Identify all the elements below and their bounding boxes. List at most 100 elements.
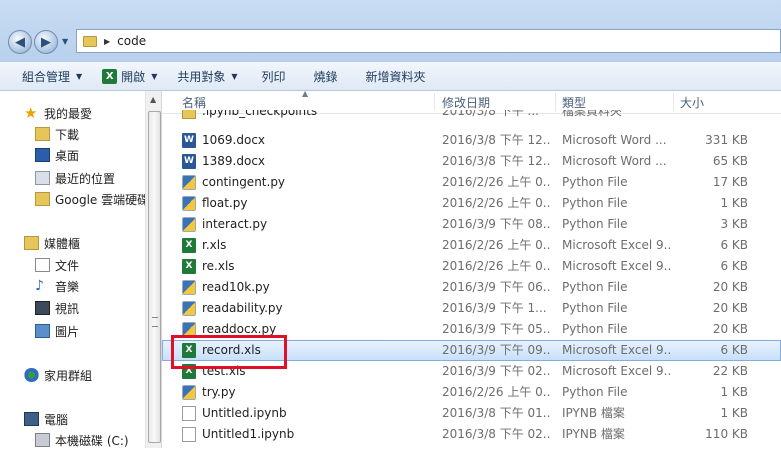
back-arrow-icon: ◀ xyxy=(15,34,25,50)
sidebar-item-libraries[interactable]: 媒體櫃 xyxy=(24,233,80,253)
command-toolbar: 組合管理 ▼ X 開啟 ▼ 共用對象 ▼ 列印 燒錄 新增資料夾 xyxy=(0,62,781,91)
sidebar-item-label: 最近的位置 xyxy=(55,171,116,186)
table-row[interactable]: Untitled.ipynb 2016/3/8 下午 01... IPYNB 檔… xyxy=(162,403,781,424)
sidebar-item-downloads[interactable]: 下載 xyxy=(35,124,79,144)
sidebar-item-label: 媒體櫃 xyxy=(44,236,81,251)
blank-file-icon xyxy=(182,406,196,421)
scrollbar-thumb[interactable] xyxy=(148,111,161,443)
recent-pages-dropdown-icon[interactable]: ▼ xyxy=(62,37,68,46)
sort-ascending-icon: ▲ xyxy=(302,89,309,98)
homegroup-icon xyxy=(24,368,39,382)
table-row[interactable]: W 1389.docx 2016/3/8 下午 12... Microsoft … xyxy=(162,151,781,172)
highlight-annotation xyxy=(171,335,287,369)
table-row[interactable]: read10k.py 2016/3/9 下午 06... Python File… xyxy=(162,277,781,298)
python-file-icon xyxy=(182,175,196,190)
sidebar-item-google-drive[interactable]: Google 雲端硬碟 xyxy=(35,189,149,209)
print-label: 列印 xyxy=(261,69,286,84)
open-button[interactable]: X 開啟 ▼ xyxy=(92,62,167,90)
chevron-down-icon: ▼ xyxy=(76,71,83,81)
python-file-icon xyxy=(182,280,196,295)
sidebar-item-label: 桌面 xyxy=(55,148,80,163)
sidebar-item-desktop[interactable]: 桌面 xyxy=(35,145,79,165)
downloads-folder-icon xyxy=(35,127,50,141)
organize-button[interactable]: 組合管理 ▼ xyxy=(0,62,92,90)
scroll-up-arrow-icon[interactable]: ▲ xyxy=(150,95,156,104)
organize-label: 組合管理 xyxy=(22,69,71,84)
forward-button[interactable]: ▶ xyxy=(34,30,58,54)
table-row[interactable]: X r.xls 2016/2/26 上午 0... Microsoft Exce… xyxy=(162,235,781,256)
table-row[interactable]: float.py 2016/2/26 上午 0... Python File 1… xyxy=(162,193,781,214)
address-bar[interactable]: ▶ code xyxy=(76,29,781,53)
table-row[interactable]: X re.xls 2016/2/26 上午 0... Microsoft Exc… xyxy=(162,256,781,277)
excel-file-icon: X xyxy=(182,238,196,253)
folder-icon xyxy=(182,110,196,119)
documents-icon xyxy=(35,258,50,272)
music-note-icon: ♪ xyxy=(35,278,44,294)
file-list: ▲ 名稱 修改日期 類型 大小 .ipynb_checkpoints 2016/… xyxy=(162,89,781,448)
forward-arrow-icon: ▶ xyxy=(41,34,51,50)
sidebar-item-favorites[interactable]: ★ 我的最愛 xyxy=(24,103,92,123)
table-row[interactable]: readability.py 2016/3/9 下午 1... Python F… xyxy=(162,298,781,319)
print-button[interactable]: 列印 xyxy=(248,62,300,90)
excel-file-icon: X xyxy=(182,259,196,274)
video-icon xyxy=(35,301,50,315)
table-row[interactable]: Untitled1.ipynb 2016/3/8 下午 02... IPYNB … xyxy=(162,424,781,445)
python-file-icon xyxy=(182,196,196,211)
burn-button[interactable]: 燒錄 xyxy=(300,62,352,90)
word-file-icon: W xyxy=(182,133,196,148)
sidebar-item-label: 音樂 xyxy=(55,279,80,294)
sidebar-item-videos[interactable]: 視訊 xyxy=(35,298,79,318)
burn-label: 燒錄 xyxy=(313,69,338,84)
table-row[interactable]: contingent.py 2016/2/26 上午 0... Python F… xyxy=(162,172,781,193)
sidebar-item-music[interactable]: ♪ 音樂 xyxy=(35,276,79,296)
sidebar-item-documents[interactable]: 文件 xyxy=(35,255,79,275)
new-folder-label: 新增資料夾 xyxy=(365,69,426,84)
excel-icon: X xyxy=(102,68,118,84)
sidebar-scrollbar[interactable]: ▲ xyxy=(145,91,162,448)
sidebar-item-label: 電腦 xyxy=(44,412,69,427)
navigation-pane: ★ 我的最愛 下載 桌面 最近的位置 Google 雲端硬碟 媒體櫃 文件 ♪ … xyxy=(0,91,149,450)
breadcrumb-code[interactable]: code xyxy=(117,34,146,48)
breadcrumb-chevron-icon[interactable]: ▶ xyxy=(104,37,110,46)
table-row[interactable]: W 1069.docx 2016/3/8 下午 12... Microsoft … xyxy=(162,130,781,151)
sidebar-item-label: 家用群組 xyxy=(44,368,93,383)
chevron-down-icon: ▼ xyxy=(231,71,238,81)
blank-file-icon xyxy=(182,427,196,442)
star-icon: ★ xyxy=(24,104,38,122)
sidebar-item-label: Google 雲端硬碟 xyxy=(55,192,150,207)
sidebar-item-local-disk[interactable]: 本機磁碟 (C:) xyxy=(35,430,129,450)
open-label: 開啟 xyxy=(121,69,146,84)
google-drive-folder-icon xyxy=(35,192,50,206)
table-row[interactable]: try.py 2016/2/26 上午 0... Python File 1 K… xyxy=(162,382,781,403)
table-row[interactable]: interact.py 2016/3/9 下午 08... Python Fil… xyxy=(162,214,781,235)
sidebar-item-label: 視訊 xyxy=(55,301,80,316)
libraries-icon xyxy=(24,236,39,250)
sidebar-item-label: 圖片 xyxy=(55,324,80,339)
new-folder-button[interactable]: 新增資料夾 xyxy=(352,62,440,90)
sidebar-item-label: 下載 xyxy=(55,127,80,142)
title-bar: ◀ ▶ ▼ ▶ code xyxy=(0,0,781,62)
folder-icon xyxy=(83,35,97,47)
pictures-icon xyxy=(35,324,50,338)
python-file-icon xyxy=(182,217,196,232)
sidebar-item-recent[interactable]: 最近的位置 xyxy=(35,168,115,188)
drive-icon xyxy=(35,433,50,447)
sidebar-item-homegroup[interactable]: 家用群組 xyxy=(24,365,92,385)
sidebar-item-computer[interactable]: 電腦 xyxy=(24,409,68,429)
grip-icon xyxy=(152,317,158,327)
back-button[interactable]: ◀ xyxy=(8,30,32,54)
table-row[interactable]: .ipynb_checkpoints 2016/3/8 下午 ... 檔案資料夾 xyxy=(162,110,781,122)
share-label: 共用對象 xyxy=(177,69,226,84)
computer-icon xyxy=(24,412,39,426)
sidebar-item-label: 本機磁碟 (C:) xyxy=(55,433,129,448)
sidebar-item-pictures[interactable]: 圖片 xyxy=(35,321,79,341)
python-file-icon xyxy=(182,385,196,400)
recent-places-icon xyxy=(35,171,50,185)
share-button[interactable]: 共用對象 ▼ xyxy=(167,62,247,90)
sidebar-item-label: 我的最愛 xyxy=(44,106,93,121)
word-file-icon: W xyxy=(182,154,196,169)
python-file-icon xyxy=(182,301,196,316)
chevron-down-icon: ▼ xyxy=(151,71,158,81)
desktop-icon xyxy=(35,148,50,162)
sidebar-item-label: 文件 xyxy=(55,258,80,273)
